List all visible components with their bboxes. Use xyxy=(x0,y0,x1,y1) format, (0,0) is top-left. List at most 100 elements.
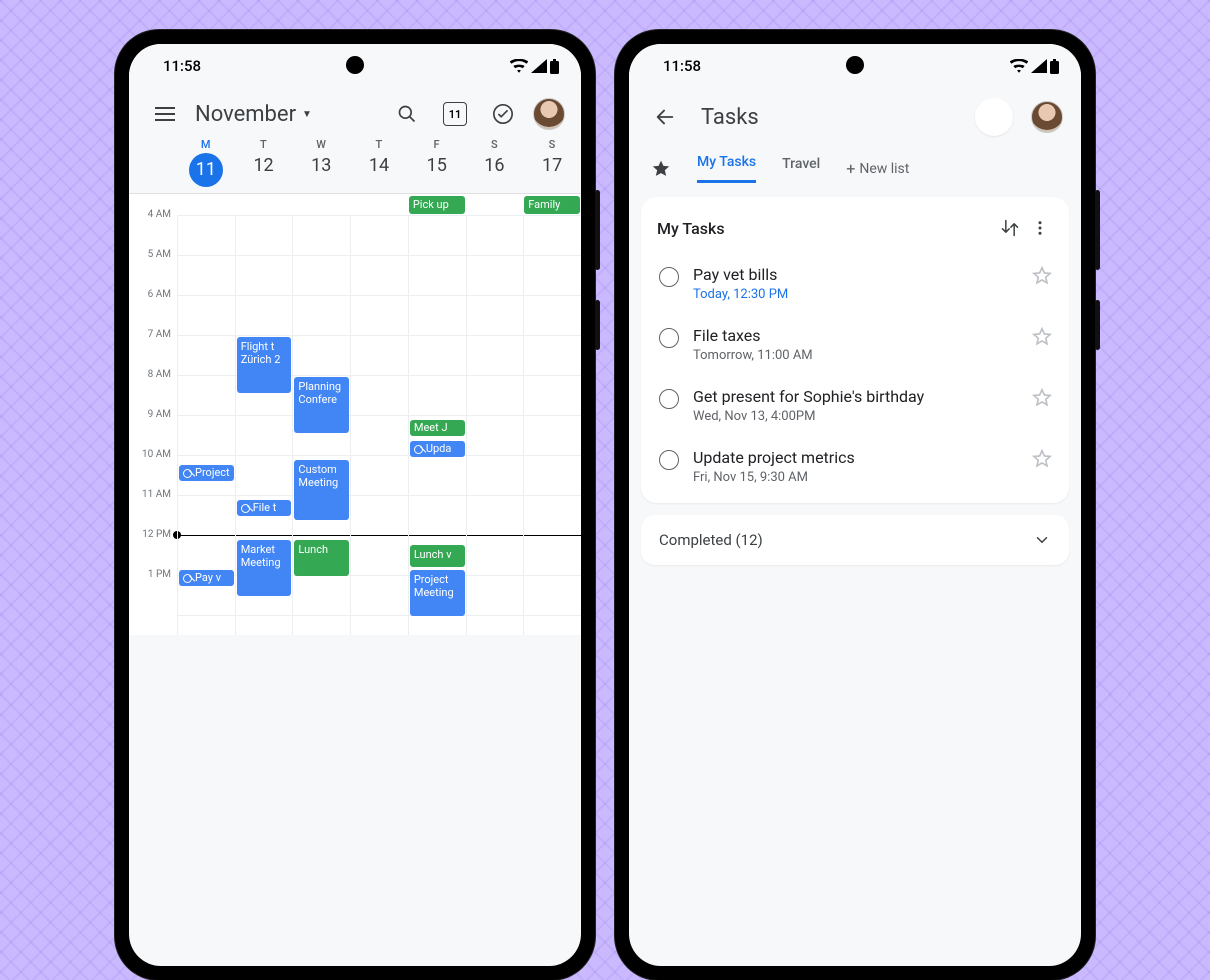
wifi-icon xyxy=(510,59,528,73)
event[interactable]: Project Meeting xyxy=(410,570,465,616)
account-switcher[interactable] xyxy=(975,98,1013,136)
search-button[interactable] xyxy=(389,96,425,132)
task-chip[interactable]: Pay v xyxy=(179,570,234,586)
task-subtitle: Today, 12:30 PM xyxy=(693,287,1017,302)
day-tue[interactable]: T12 xyxy=(235,138,293,187)
task-checkbox[interactable] xyxy=(659,389,679,409)
star-outline-icon xyxy=(1031,326,1053,348)
day-thu[interactable]: T14 xyxy=(350,138,408,187)
day-sun[interactable]: S17 xyxy=(523,138,581,187)
tab-my-tasks[interactable]: My Tasks xyxy=(697,154,756,183)
task-star[interactable] xyxy=(1031,387,1053,409)
day-sat[interactable]: S16 xyxy=(466,138,524,187)
time-grid[interactable]: 4 AM 5 AM 6 AM 7 AM 8 AM 9 AM 10 AM 11 A… xyxy=(129,215,581,635)
today-button[interactable]: 11 xyxy=(437,96,473,132)
allday-event[interactable]: Family xyxy=(524,196,580,214)
star-outline-icon xyxy=(1031,448,1053,470)
tab-travel[interactable]: Travel xyxy=(782,156,820,182)
side-button xyxy=(1095,300,1100,350)
task-row[interactable]: Pay vet bills Today, 12:30 PM xyxy=(657,253,1055,314)
completed-toggle[interactable]: Completed (12) xyxy=(641,515,1069,565)
back-button[interactable] xyxy=(647,99,683,135)
menu-button[interactable] xyxy=(147,96,183,132)
task-row[interactable]: Get present for Sophie's birthday Wed, N… xyxy=(657,375,1055,436)
hour-label: 1 PM xyxy=(129,569,177,609)
task-chip[interactable]: File t xyxy=(237,500,292,516)
task-subtitle: Tomorrow, 11:00 AM xyxy=(693,348,1017,363)
more-button[interactable] xyxy=(1025,213,1055,243)
event[interactable]: Flight t Zürich 2 xyxy=(237,337,292,393)
task-chip[interactable]: Upda xyxy=(410,441,465,457)
hour-label: 9 AM xyxy=(129,409,177,449)
phone-calendar: 11:58 November ▼ 11 xyxy=(115,30,595,980)
task-star[interactable] xyxy=(1031,448,1053,470)
event[interactable]: Lunch v xyxy=(410,545,465,567)
signal-icon xyxy=(531,59,547,73)
battery-icon xyxy=(1050,59,1059,74)
hour-label: 5 AM xyxy=(129,249,177,289)
tasks-card: My Tasks Pay vet bills Today, 12:30 PM xyxy=(641,197,1069,503)
star-filled-icon xyxy=(651,159,671,179)
task-row[interactable]: File taxes Tomorrow, 11:00 AM xyxy=(657,314,1055,375)
status-time: 11:58 xyxy=(163,57,201,75)
event[interactable]: Market Meeting xyxy=(237,540,292,596)
event[interactable]: Lunch xyxy=(294,540,349,576)
sort-button[interactable] xyxy=(995,213,1025,243)
month-picker[interactable]: November ▼ xyxy=(195,102,312,127)
week-row: M11 T12 W13 T14 F15 S16 S17 xyxy=(129,138,581,193)
hour-label: 12 PM xyxy=(129,529,177,569)
list-title: My Tasks xyxy=(657,219,725,238)
wifi-icon xyxy=(1010,59,1028,73)
day-mon[interactable]: M11 xyxy=(177,138,235,187)
more-vert-icon xyxy=(1031,219,1049,237)
tab-starred[interactable] xyxy=(651,159,671,179)
today-number: 11 xyxy=(449,108,462,121)
arrow-left-icon xyxy=(654,106,676,128)
tasks-title: Tasks xyxy=(701,105,759,130)
signal-icon xyxy=(1031,59,1047,73)
camera-hole xyxy=(346,56,364,74)
battery-icon xyxy=(550,59,559,74)
side-button xyxy=(595,190,600,270)
tasks-header: Tasks xyxy=(629,88,1081,142)
event-chip[interactable]: Meet J xyxy=(410,420,465,436)
avatar[interactable] xyxy=(1031,101,1063,133)
task-row[interactable]: Update project metrics Fri, Nov 15, 9:30… xyxy=(657,436,1055,497)
event[interactable]: Planning Confere xyxy=(294,377,349,433)
star-outline-icon xyxy=(1031,387,1053,409)
side-button xyxy=(1095,190,1100,270)
chevron-down-icon: ▼ xyxy=(302,109,312,120)
task-title: Update project metrics xyxy=(693,448,1017,467)
new-list-button[interactable]: + New list xyxy=(846,159,909,178)
allday-event[interactable]: Pick up xyxy=(409,196,465,214)
event[interactable]: Custom Meeting xyxy=(294,460,349,520)
search-icon xyxy=(397,104,417,124)
allday-row: Pick up Family xyxy=(129,193,581,215)
plus-icon: + xyxy=(846,159,855,178)
task-checkbox[interactable] xyxy=(659,450,679,470)
calendar-header: November ▼ 11 xyxy=(129,88,581,138)
day-wed[interactable]: W13 xyxy=(292,138,350,187)
hour-label: 4 AM xyxy=(129,209,177,249)
avatar[interactable] xyxy=(533,98,565,130)
hour-label: 7 AM xyxy=(129,329,177,369)
task-checkbox[interactable] xyxy=(659,328,679,348)
status-time: 11:58 xyxy=(663,57,701,75)
task-title: Get present for Sophie's birthday xyxy=(693,387,1017,406)
task-checkbox[interactable] xyxy=(659,267,679,287)
tasks-button[interactable] xyxy=(485,96,521,132)
task-chip[interactable]: Project xyxy=(179,465,234,481)
task-star[interactable] xyxy=(1031,265,1053,287)
completed-label: Completed (12) xyxy=(659,531,763,549)
month-label: November xyxy=(195,102,296,127)
hour-label: 8 AM xyxy=(129,369,177,409)
task-star[interactable] xyxy=(1031,326,1053,348)
phone-tasks: 11:58 Tasks My Tasks Travel + xyxy=(615,30,1095,980)
hour-label: 10 AM xyxy=(129,449,177,489)
check-circle-icon xyxy=(492,103,514,125)
task-title: Pay vet bills xyxy=(693,265,1017,284)
task-title: File taxes xyxy=(693,326,1017,345)
day-fri[interactable]: F15 xyxy=(408,138,466,187)
swap-vert-icon xyxy=(1000,218,1020,238)
camera-hole xyxy=(846,56,864,74)
